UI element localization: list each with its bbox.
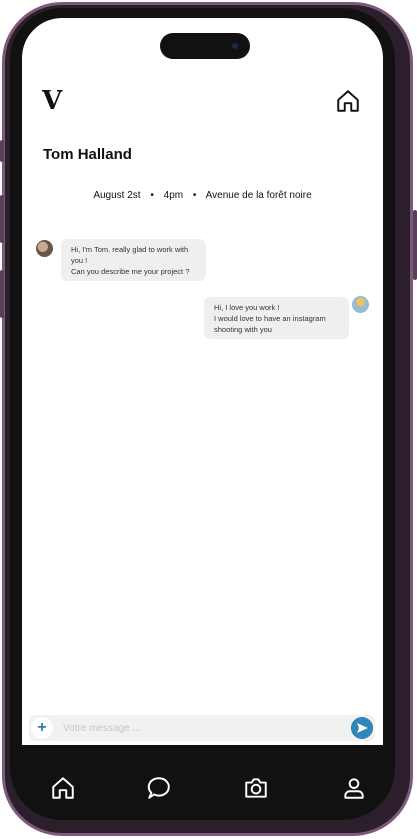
app-screen: V Tom Halland August 2st • 4pm • Avenue …: [22, 18, 383, 745]
chat-bubble-icon[interactable]: [146, 775, 172, 801]
appointment-time: 4pm: [163, 190, 184, 201]
appointment-location: Avenue de la forêt noire: [205, 190, 312, 201]
home-icon[interactable]: [50, 775, 76, 801]
separator-dot: •: [150, 190, 154, 201]
user-avatar[interactable]: [352, 296, 369, 313]
bottom-navigation: [10, 745, 395, 825]
phone-screen-area: V Tom Halland August 2st • 4pm • Avenue …: [10, 8, 395, 820]
home-icon[interactable]: [335, 88, 361, 114]
plus-icon[interactable]: +: [31, 717, 53, 739]
message-composer: +: [29, 715, 375, 741]
message-bubble-incoming: Hi, I'm Tom. really glad to work with yo…: [61, 239, 206, 281]
contact-name: Tom Halland: [43, 146, 132, 163]
send-icon[interactable]: [351, 717, 373, 739]
appointment-date: August 2st: [93, 190, 141, 201]
appointment-meta: August 2st • 4pm • Avenue de la forêt no…: [22, 190, 383, 201]
dynamic-island: [160, 33, 250, 59]
front-camera: [230, 41, 240, 51]
message-bubble-outgoing: Hi, I love you work ! I would love to ha…: [204, 297, 349, 339]
separator-dot: •: [192, 190, 197, 201]
contact-avatar[interactable]: [36, 240, 53, 257]
user-icon[interactable]: [341, 775, 367, 801]
side-button-volume-up: [0, 195, 4, 243]
side-button-volume-down: [0, 270, 4, 318]
side-button-mute: [0, 140, 4, 162]
side-button-power: [413, 210, 417, 280]
message-input[interactable]: [63, 719, 313, 737]
app-logo[interactable]: V: [42, 88, 62, 114]
camera-icon[interactable]: [243, 775, 269, 801]
